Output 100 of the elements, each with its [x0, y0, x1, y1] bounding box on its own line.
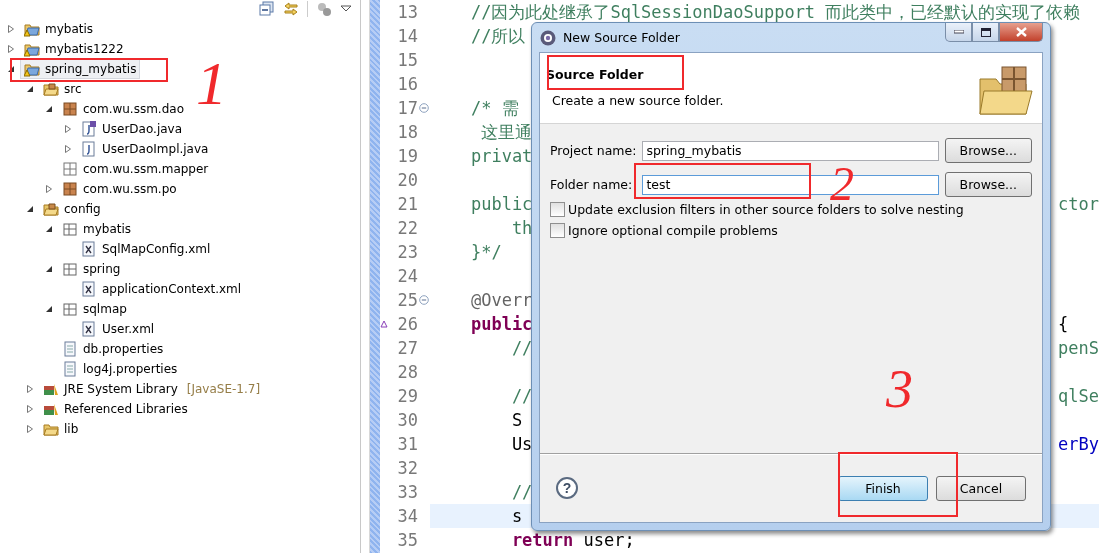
tree-item[interactable]: Referenced Libraries — [39, 399, 192, 419]
code-text: S — [510, 410, 523, 430]
tree-item[interactable]: lib — [39, 419, 83, 439]
checkbox[interactable] — [550, 202, 565, 217]
collapsed-arrow-icon[interactable] — [6, 44, 16, 54]
tree-item[interactable]: com.wu.ssm.mapper — [58, 159, 213, 179]
tree-item[interactable]: log4j.properties — [58, 359, 182, 379]
tree-item[interactable]: User.xml — [77, 319, 159, 339]
expanded-arrow-icon[interactable] — [25, 204, 35, 214]
dialog-button[interactable]: Cancel — [936, 475, 1026, 501]
line-number: 15 — [397, 50, 418, 70]
expanded-arrow-icon[interactable] — [6, 64, 16, 74]
code-text: privat — [469, 146, 533, 166]
collapsed-arrow-icon[interactable] — [63, 144, 73, 154]
code-text: penS — [1058, 338, 1099, 358]
code-text: s — [510, 506, 523, 526]
project-folder-icon — [24, 61, 40, 77]
code-text: @Overr — [469, 290, 533, 310]
line-number: 33 — [397, 482, 418, 502]
tree-item[interactable]: JRE System Library [JavaSE-1.7] — [39, 379, 265, 399]
java-file-icon — [81, 141, 97, 157]
maximize-button[interactable] — [972, 23, 999, 42]
expanded-arrow-icon[interactable] — [44, 264, 54, 274]
close-button[interactable] — [999, 23, 1043, 42]
source-folder-icon — [43, 81, 59, 97]
help-button[interactable]: ? — [556, 477, 578, 499]
code-text: }*/ — [469, 242, 502, 262]
fold-icon[interactable] — [419, 295, 429, 305]
collapsed-arrow-icon[interactable] — [25, 404, 35, 414]
code-text: /* 需 — [469, 96, 519, 120]
line-number: 28 — [397, 362, 418, 382]
line-number: 17 — [397, 98, 418, 118]
line-number: 19 — [397, 146, 418, 166]
collapsed-arrow-icon[interactable] — [63, 124, 73, 134]
xml-file-icon — [81, 241, 97, 257]
expanded-arrow-icon[interactable] — [44, 304, 54, 314]
tree-item-decoration: [JavaSE-1.7] — [186, 382, 261, 396]
collapse-all-icon[interactable] — [259, 1, 275, 17]
code-text: //因为此处继承了SqlSessionDaoSupport 而此类中，已经默认的实现了依赖 — [469, 0, 1081, 24]
browse-button[interactable]: Browse... — [944, 138, 1032, 163]
collapsed-arrow-icon[interactable] — [6, 24, 16, 34]
tree-item[interactable]: spring — [58, 259, 125, 279]
tree-item[interactable]: com.wu.ssm.dao — [58, 99, 188, 119]
tree-item[interactable]: sqlmap — [58, 299, 131, 319]
tree-item[interactable]: src — [39, 79, 86, 99]
tree-item[interactable]: db.properties — [58, 339, 168, 359]
line-number: 32 — [397, 458, 418, 478]
tree-item[interactable]: mybatis — [20, 19, 98, 39]
empty-package-icon — [62, 161, 78, 177]
gears-icon[interactable] — [316, 1, 332, 17]
tree-item[interactable]: mybatis1222 — [20, 39, 128, 59]
browse-button[interactable]: Browse... — [944, 172, 1032, 197]
field-label: Project name: — [550, 143, 637, 158]
line-number: 16 — [397, 74, 418, 94]
tree-item[interactable]: config — [39, 199, 105, 219]
line-number: 25 — [397, 290, 418, 310]
code-text: Us — [510, 434, 533, 454]
expanded-arrow-icon[interactable] — [25, 84, 35, 94]
line-number: 20 — [397, 170, 418, 190]
collapsed-arrow-icon[interactable] — [25, 384, 35, 394]
tree-item[interactable]: UserDaoImpl.java — [77, 139, 213, 159]
line-number: 21 — [397, 194, 418, 214]
tree-item[interactable]: mybatis — [58, 219, 136, 239]
line-number: 34 — [397, 506, 418, 526]
folder-package-icon — [62, 261, 78, 277]
tree-item[interactable]: SqlMapConfig.xml — [77, 239, 215, 259]
collapsed-arrow-icon[interactable] — [25, 424, 35, 434]
code-text: th — [510, 218, 533, 238]
maximize-icon — [980, 27, 991, 37]
checkbox[interactable] — [550, 223, 565, 238]
window-title: New Source Folder — [563, 30, 680, 45]
line-number: 35 — [397, 530, 418, 550]
link-arrows-icon[interactable] — [283, 1, 299, 17]
package-icon — [62, 101, 78, 117]
code-text: ctor — [1058, 194, 1099, 214]
close-icon — [1015, 27, 1027, 37]
line-number: 14 — [397, 26, 418, 46]
collapsed-arrow-icon[interactable] — [44, 184, 54, 194]
code-text: 这里通 — [480, 120, 533, 144]
expanded-arrow-icon[interactable] — [44, 224, 54, 234]
folder-package-icon — [62, 221, 78, 237]
tree-item[interactable]: applicationContext.xml — [77, 279, 246, 299]
line-number: 31 — [397, 434, 418, 454]
default-button[interactable]: Finish — [838, 475, 928, 501]
code-text: public — [469, 194, 533, 214]
code-text: //所以 — [469, 24, 526, 48]
code-text: { — [1058, 314, 1070, 334]
tree-item[interactable]: UserDao.java — [77, 119, 187, 139]
fold-icon[interactable] — [419, 103, 429, 113]
expanded-arrow-icon[interactable] — [44, 104, 54, 114]
tree-item[interactable]: spring_mybatis — [20, 59, 141, 79]
text-field[interactable]: spring_mybatis — [642, 140, 939, 161]
code-text: qlSe — [1058, 386, 1099, 406]
text-file-icon — [62, 341, 78, 357]
tree-item[interactable]: com.wu.ssm.po — [58, 179, 181, 199]
code-text: erBy — [1058, 434, 1099, 454]
code-text: return — [510, 530, 574, 550]
code-text: // — [510, 338, 533, 358]
line-number: 24 — [397, 266, 418, 286]
code-text: // — [510, 482, 533, 502]
